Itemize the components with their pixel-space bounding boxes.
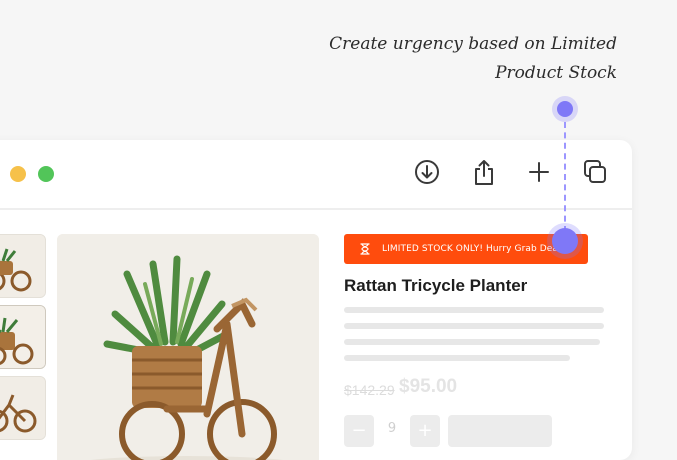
- annotation-line-2: Product Stock: [495, 63, 617, 83]
- description-placeholder-line: [344, 323, 604, 329]
- share-icon[interactable]: [470, 157, 498, 187]
- maximize-button[interactable]: [38, 166, 54, 182]
- product-title: Rattan Tricycle Planter: [344, 276, 528, 295]
- quantity-increase-button[interactable]: +: [410, 415, 440, 447]
- description-placeholder-line: [344, 307, 604, 313]
- annotation-connector-line: [564, 122, 566, 232]
- copy-icon[interactable]: [581, 157, 609, 187]
- plus-icon[interactable]: [525, 157, 553, 187]
- description-placeholder-line: [344, 355, 570, 361]
- sale-price: $95.00: [399, 376, 458, 397]
- quantity-value[interactable]: 9: [378, 421, 406, 436]
- add-to-cart-button[interactable]: [448, 415, 552, 447]
- window-toolbar: [0, 140, 632, 210]
- annotation-pin-top: [552, 96, 578, 122]
- stock-banner-text: LIMITED STOCK ONLY! Hurry Grab Deal: [382, 244, 561, 254]
- product-thumbnail[interactable]: [0, 305, 46, 369]
- download-icon[interactable]: [413, 157, 441, 187]
- product-thumbnail[interactable]: [0, 376, 46, 440]
- annotation-line-1: Create urgency based on Limited: [329, 34, 617, 54]
- product-thumbnail[interactable]: [0, 234, 46, 298]
- minimize-button[interactable]: [10, 166, 26, 182]
- original-price: $142.29: [344, 382, 395, 398]
- annotation-pin-bottom: [547, 223, 583, 259]
- annotation-text: Create urgency based on Limited Product …: [317, 30, 617, 88]
- browser-window: LIMITED STOCK ONLY! Hurry Grab Deal Ratt…: [0, 140, 632, 460]
- product-main-image: [57, 234, 319, 460]
- hourglass-icon: [360, 243, 370, 255]
- description-placeholder-line: [344, 339, 600, 345]
- quantity-decrease-button[interactable]: −: [344, 415, 374, 447]
